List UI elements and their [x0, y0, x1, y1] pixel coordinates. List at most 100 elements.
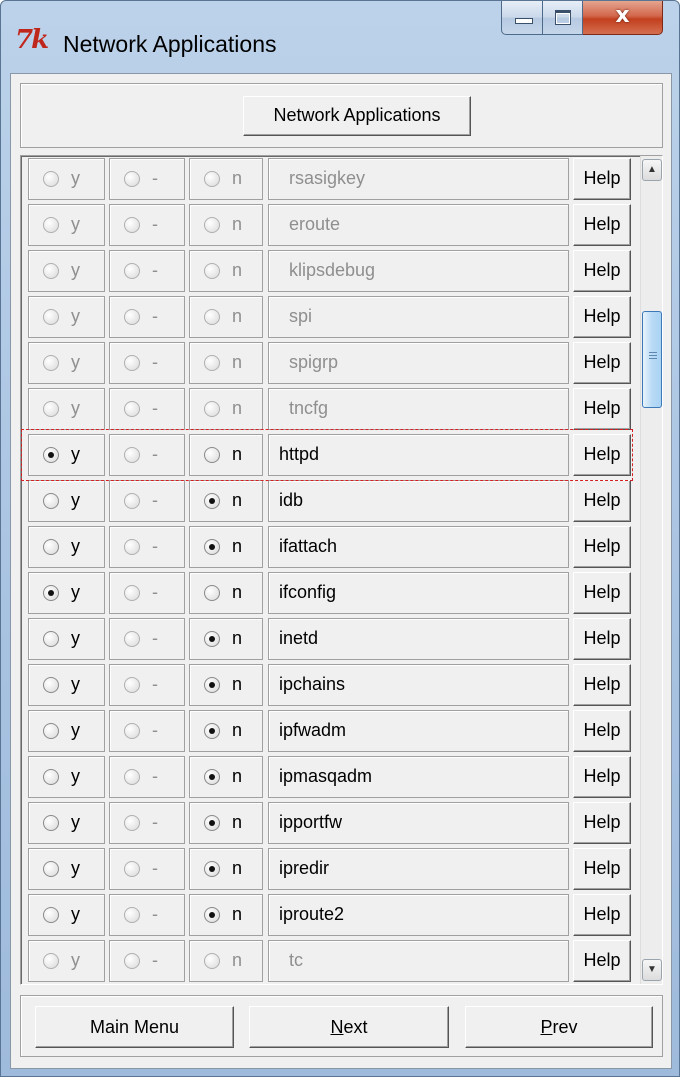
radio-yes[interactable]: y: [28, 572, 105, 614]
radio-module[interactable]: -: [109, 894, 185, 936]
radio-button-icon[interactable]: [124, 585, 140, 601]
radio-no[interactable]: n: [189, 572, 263, 614]
help-button[interactable]: Help: [573, 480, 631, 522]
help-button[interactable]: Help: [573, 618, 631, 660]
radio-module[interactable]: -: [109, 296, 185, 338]
radio-button-icon[interactable]: [43, 861, 59, 877]
radio-button-icon[interactable]: [204, 493, 220, 509]
radio-yes[interactable]: y: [28, 940, 105, 982]
title-bar[interactable]: 7k Network Applications x: [1, 1, 679, 73]
maximize-button[interactable]: [543, 1, 583, 35]
radio-no[interactable]: n: [189, 848, 263, 890]
radio-button-icon[interactable]: [124, 907, 140, 923]
radio-button-icon[interactable]: [43, 815, 59, 831]
radio-no[interactable]: n: [189, 756, 263, 798]
radio-button-icon[interactable]: [204, 401, 220, 417]
radio-button-icon[interactable]: [43, 309, 59, 325]
close-button[interactable]: x: [583, 1, 663, 35]
radio-module[interactable]: -: [109, 250, 185, 292]
help-button[interactable]: Help: [573, 848, 631, 890]
radio-button-icon[interactable]: [43, 539, 59, 555]
radio-button-icon[interactable]: [124, 355, 140, 371]
radio-button-icon[interactable]: [43, 263, 59, 279]
radio-no[interactable]: n: [189, 296, 263, 338]
radio-module[interactable]: -: [109, 848, 185, 890]
help-button[interactable]: Help: [573, 388, 631, 430]
radio-yes[interactable]: y: [28, 848, 105, 890]
help-button[interactable]: Help: [573, 296, 631, 338]
radio-button-icon[interactable]: [43, 171, 59, 187]
radio-module[interactable]: -: [109, 618, 185, 660]
radio-module[interactable]: -: [109, 756, 185, 798]
radio-button-icon[interactable]: [204, 815, 220, 831]
radio-yes[interactable]: y: [28, 250, 105, 292]
radio-no[interactable]: n: [189, 894, 263, 936]
radio-yes[interactable]: y: [28, 664, 105, 706]
radio-module[interactable]: -: [109, 342, 185, 384]
radio-button-icon[interactable]: [204, 907, 220, 923]
radio-button-icon[interactable]: [124, 723, 140, 739]
radio-no[interactable]: n: [189, 204, 263, 246]
radio-button-icon[interactable]: [43, 907, 59, 923]
radio-button-icon[interactable]: [43, 585, 59, 601]
radio-no[interactable]: n: [189, 802, 263, 844]
radio-no[interactable]: n: [189, 250, 263, 292]
radio-button-icon[interactable]: [124, 815, 140, 831]
radio-yes[interactable]: y: [28, 342, 105, 384]
radio-button-icon[interactable]: [204, 723, 220, 739]
radio-yes[interactable]: y: [28, 710, 105, 752]
radio-module[interactable]: -: [109, 940, 185, 982]
radio-button-icon[interactable]: [43, 723, 59, 739]
radio-button-icon[interactable]: [43, 953, 59, 969]
radio-button-icon[interactable]: [204, 769, 220, 785]
radio-button-icon[interactable]: [204, 171, 220, 187]
radio-module[interactable]: -: [109, 526, 185, 568]
scroll-thumb[interactable]: [642, 311, 662, 408]
main-menu-button[interactable]: Main Menu: [35, 1006, 234, 1048]
radio-button-icon[interactable]: [204, 631, 220, 647]
help-button[interactable]: Help: [573, 526, 631, 568]
radio-button-icon[interactable]: [204, 861, 220, 877]
radio-module[interactable]: -: [109, 710, 185, 752]
radio-button-icon[interactable]: [124, 263, 140, 279]
radio-no[interactable]: n: [189, 618, 263, 660]
radio-button-icon[interactable]: [124, 217, 140, 233]
radio-no[interactable]: n: [189, 158, 263, 200]
help-button[interactable]: Help: [573, 158, 631, 200]
radio-button-icon[interactable]: [43, 217, 59, 233]
radio-button-icon[interactable]: [204, 355, 220, 371]
radio-button-icon[interactable]: [124, 401, 140, 417]
radio-module[interactable]: -: [109, 388, 185, 430]
radio-button-icon[interactable]: [124, 493, 140, 509]
radio-yes[interactable]: y: [28, 756, 105, 798]
scroll-up-icon[interactable]: ▲: [642, 159, 662, 181]
radio-yes[interactable]: y: [28, 158, 105, 200]
radio-button-icon[interactable]: [124, 539, 140, 555]
network-applications-button[interactable]: Network Applications: [243, 96, 471, 136]
help-button[interactable]: Help: [573, 894, 631, 936]
help-button[interactable]: Help: [573, 710, 631, 752]
help-button[interactable]: Help: [573, 664, 631, 706]
radio-button-icon[interactable]: [124, 171, 140, 187]
radio-no[interactable]: n: [189, 480, 263, 522]
radio-yes[interactable]: y: [28, 204, 105, 246]
radio-button-icon[interactable]: [204, 585, 220, 601]
radio-button-icon[interactable]: [124, 769, 140, 785]
radio-yes[interactable]: y: [28, 480, 105, 522]
minimize-button[interactable]: [501, 1, 543, 35]
help-button[interactable]: Help: [573, 572, 631, 614]
help-button[interactable]: Help: [573, 940, 631, 982]
radio-no[interactable]: n: [189, 388, 263, 430]
radio-no[interactable]: n: [189, 664, 263, 706]
radio-button-icon[interactable]: [204, 263, 220, 279]
radio-module[interactable]: -: [109, 664, 185, 706]
radio-button-icon[interactable]: [204, 677, 220, 693]
radio-button-icon[interactable]: [124, 861, 140, 877]
radio-button-icon[interactable]: [124, 677, 140, 693]
help-button[interactable]: Help: [573, 250, 631, 292]
help-button[interactable]: Help: [573, 756, 631, 798]
radio-button-icon[interactable]: [43, 631, 59, 647]
radio-yes[interactable]: y: [28, 802, 105, 844]
radio-button-icon[interactable]: [204, 309, 220, 325]
radio-button-icon[interactable]: [43, 769, 59, 785]
